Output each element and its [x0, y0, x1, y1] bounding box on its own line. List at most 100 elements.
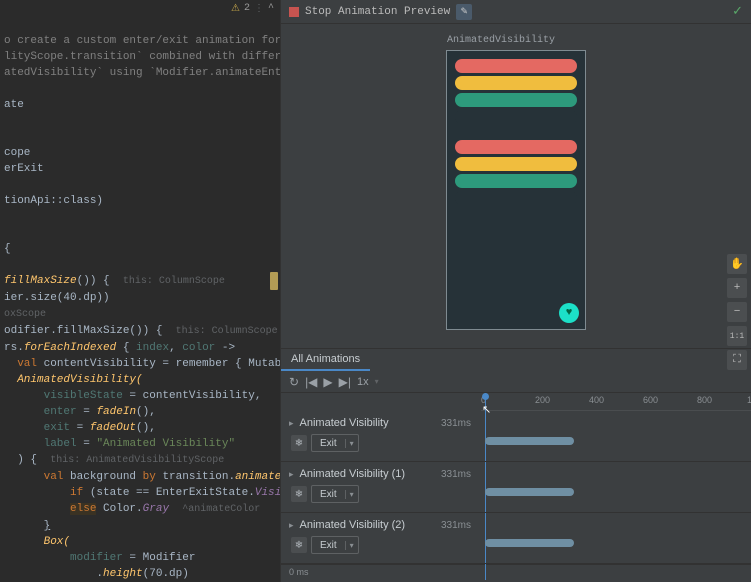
- animation-clip[interactable]: [485, 488, 574, 496]
- preview-content: [447, 51, 585, 213]
- code-token: else: [70, 503, 96, 515]
- code-token: ->: [215, 342, 235, 354]
- code-token: {: [116, 342, 136, 354]
- tick-label: 200: [535, 395, 550, 405]
- preview-toolbar: Stop Animation Preview ✎ ✓: [281, 0, 751, 24]
- code-token: Visible: [255, 487, 280, 499]
- code-token: label: [44, 438, 77, 450]
- state-select[interactable]: Exit ▾: [311, 485, 359, 503]
- track-name: Animated Visibility: [300, 417, 389, 429]
- tick-label: 1000: [747, 395, 751, 405]
- zoom-fit-button[interactable]: 1:1: [727, 326, 747, 346]
- code-token: color: [182, 342, 215, 354]
- inline-hint: ^animateColor: [182, 504, 260, 515]
- freeze-button[interactable]: ❄: [291, 537, 307, 553]
- state-value: Exit: [312, 540, 345, 551]
- track-timeline[interactable]: [481, 513, 751, 563]
- animation-clip[interactable]: [485, 539, 574, 547]
- timeline-ruler[interactable]: 0 200 400 600 800 1000 ↖: [481, 393, 751, 411]
- code-token: contentVisibility = remember { MutableTr…: [37, 358, 280, 370]
- code-line: ier.size(40.dp)): [4, 292, 110, 304]
- resize-button[interactable]: ⛶: [727, 350, 747, 370]
- preview-canvas[interactable]: AnimatedVisibility ♥ ✋ + − 1:1 ⛶: [281, 24, 751, 348]
- comment-line: atedVisibility` using `Modifier.animateE…: [4, 67, 280, 79]
- code-line: odifier.fillMaxSize()) {: [4, 325, 162, 337]
- comment-line: o create a custom enter/exit animation f…: [4, 35, 280, 47]
- code-token: visibleState: [44, 390, 123, 402]
- state-value: Exit: [312, 438, 345, 449]
- track-timeline[interactable]: [481, 462, 751, 512]
- stop-animation-label[interactable]: Stop Animation Preview: [305, 6, 450, 18]
- loop-button[interactable]: ↻: [289, 375, 299, 389]
- fab-button[interactable]: ♥: [559, 303, 579, 323]
- inspection-divider: ⋮: [254, 3, 264, 15]
- canvas-tools: ✋ + − 1:1 ⛶: [727, 254, 747, 370]
- caret-icon: ^: [268, 3, 274, 14]
- zoom-out-button[interactable]: −: [727, 302, 747, 322]
- freeze-button[interactable]: ❄: [291, 486, 307, 502]
- list-item: [455, 76, 577, 90]
- code-token: AnimatedVisibility(: [17, 374, 142, 386]
- code-token: ) {: [17, 454, 37, 466]
- code-token: rs.: [4, 342, 24, 354]
- zoom-in-button[interactable]: +: [727, 278, 747, 298]
- track-timeline[interactable]: [481, 411, 751, 461]
- chevron-down-icon: ▾: [345, 490, 358, 499]
- code-token: = contentVisibility,: [123, 390, 262, 402]
- animation-panel: All Animations ↻ |◀ ▶ ▶| 1x▾ 0 200 400 6…: [281, 348, 751, 582]
- gutter-highlight: [270, 272, 278, 290]
- code-token: forEachIndexed: [24, 342, 116, 354]
- code-editor[interactable]: ⚠ 2 ⋮ ^ o create a custom enter/exit ani…: [0, 0, 280, 582]
- chevron-right-icon[interactable]: ▸: [289, 418, 294, 429]
- code-token: fadeIn: [96, 406, 136, 418]
- warning-icon: ⚠: [231, 3, 240, 15]
- list-item: [455, 191, 577, 205]
- list-item: [455, 93, 577, 107]
- track-name: Animated Visibility (2): [300, 519, 406, 531]
- play-button[interactable]: ▶: [323, 375, 332, 389]
- track-duration: 331ms: [441, 469, 471, 480]
- animation-track: ▸ Animated Visibility ❄ Exit ▾ 331ms: [281, 411, 751, 462]
- code-token: (70.dp): [143, 568, 189, 580]
- code-content[interactable]: o create a custom enter/exit animation f…: [0, 17, 280, 582]
- tick-label: 400: [589, 395, 604, 405]
- animation-clip[interactable]: [485, 437, 574, 445]
- speed-select[interactable]: 1x: [357, 376, 369, 388]
- code-token: fillMaxSize: [4, 275, 77, 287]
- chevron-down-icon: ▾: [345, 541, 358, 550]
- tab-all-animations[interactable]: All Animations: [281, 349, 370, 371]
- code-token: background: [63, 471, 142, 483]
- timeline-footer: 0 ms: [281, 564, 751, 580]
- code-token: fadeOut: [90, 422, 136, 434]
- code-line: {: [4, 243, 11, 255]
- code-token: =: [77, 406, 97, 418]
- build-success-icon: ✓: [732, 4, 743, 19]
- comment-line: lityScope.transition` combined with diff…: [4, 51, 280, 63]
- tick-label: 600: [643, 395, 658, 405]
- heart-icon: ♥: [566, 307, 573, 319]
- skip-start-button[interactable]: |◀: [305, 375, 317, 389]
- track-duration: 331ms: [441, 418, 471, 429]
- composable-preview-frame: AnimatedVisibility ♥: [446, 50, 586, 330]
- chevron-right-icon[interactable]: ▸: [289, 520, 294, 531]
- chevron-down-icon: ▾: [345, 439, 358, 448]
- skip-end-button[interactable]: ▶|: [339, 375, 351, 389]
- code-token: "Animated Visibility": [96, 438, 235, 450]
- code-token: transition.: [156, 471, 235, 483]
- pan-tool[interactable]: ✋: [727, 254, 747, 274]
- inline-hint: this: ColumnScope: [176, 326, 278, 337]
- preview-label: AnimatedVisibility: [447, 35, 555, 46]
- code-token: =: [77, 438, 97, 450]
- code-token: Gray: [143, 503, 169, 515]
- stop-icon[interactable]: [289, 7, 299, 17]
- code-token: val: [17, 358, 37, 370]
- playback-controls: ↻ |◀ ▶ ▶| 1x▾: [281, 371, 751, 393]
- interactive-mode-button[interactable]: ✎: [456, 4, 472, 20]
- chevron-right-icon[interactable]: ▸: [289, 469, 294, 480]
- track-duration: 331ms: [441, 520, 471, 531]
- code-token: Box(: [44, 536, 70, 548]
- code-token: =: [70, 422, 90, 434]
- state-select[interactable]: Exit ▾: [311, 536, 359, 554]
- freeze-button[interactable]: ❄: [291, 435, 307, 451]
- state-select[interactable]: Exit ▾: [311, 434, 359, 452]
